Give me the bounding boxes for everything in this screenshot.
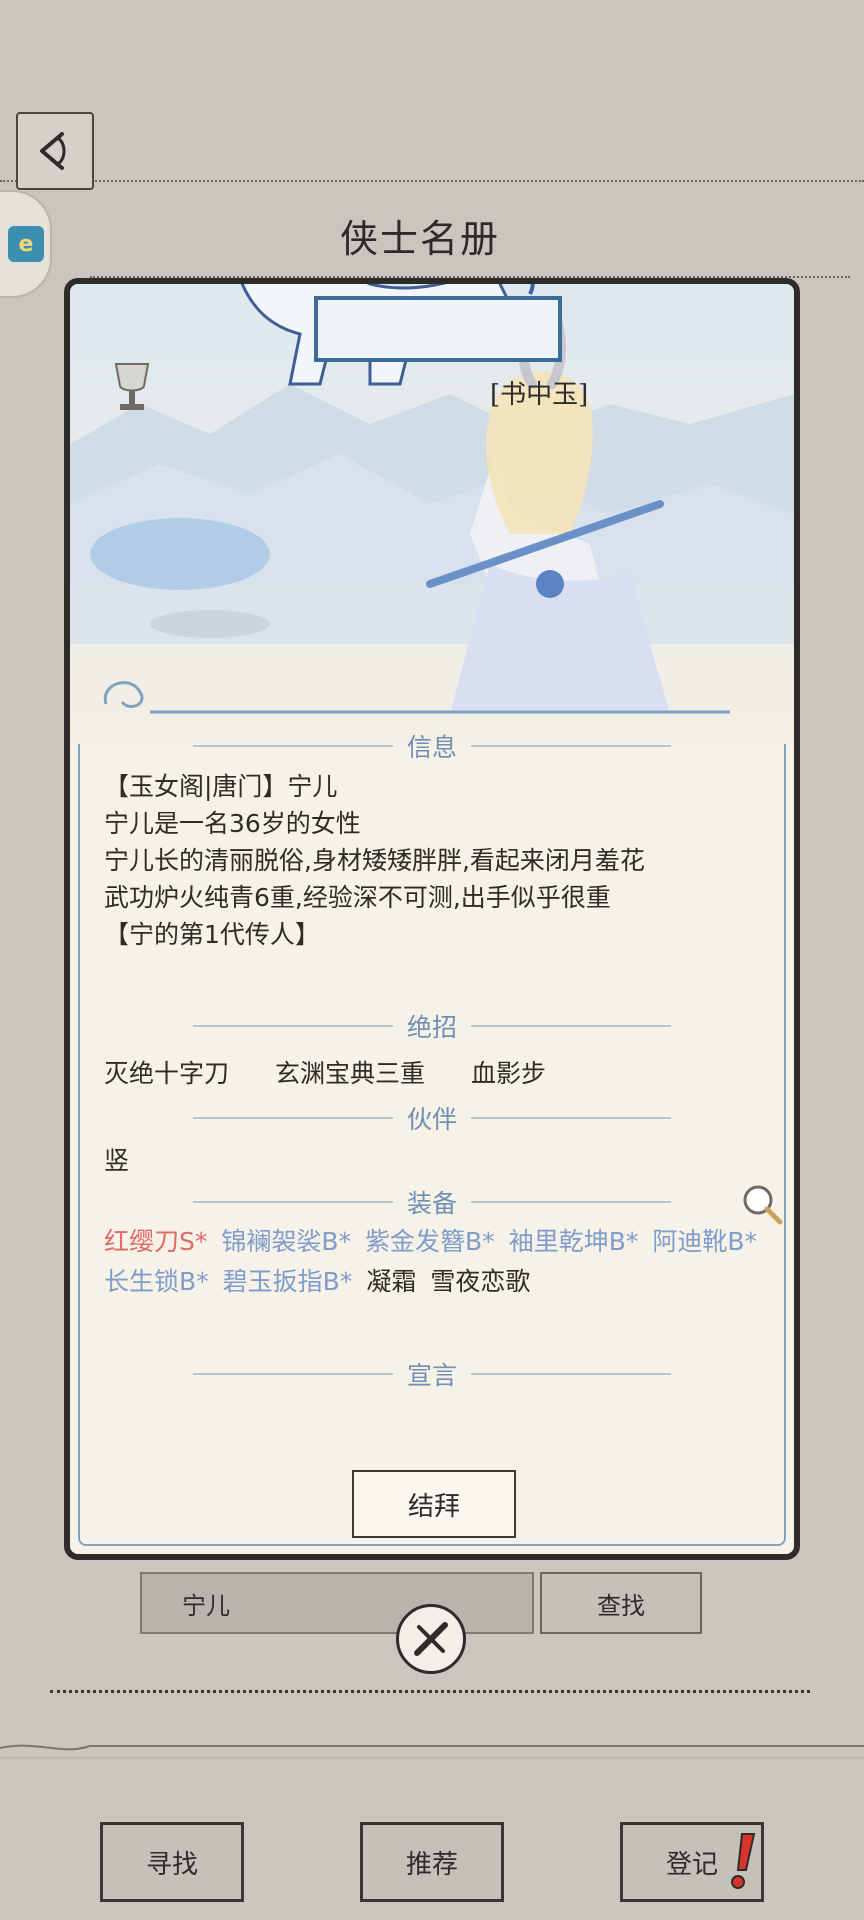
skill-item[interactable]: 玄渊宝典三重 <box>275 1054 425 1090</box>
find-button[interactable]: 寻找 <box>100 1822 244 1902</box>
info-line: 宁儿是一名36岁的女性 <box>104 809 361 838</box>
section-partner-label: 伙伴 <box>406 1105 457 1134</box>
trophy-cup-icon[interactable] <box>112 360 152 416</box>
page-title: 侠士名册 <box>340 217 501 261</box>
info-line: 宁儿长的清丽脱俗,身材矮矮胖胖,看起来闭月羞花 <box>104 846 645 875</box>
sword-close-icon <box>414 1622 448 1656</box>
recommend-button[interactable]: 推荐 <box>360 1822 504 1902</box>
magnifier-icon[interactable] <box>740 1182 784 1226</box>
skill-item[interactable]: 血影步 <box>471 1054 546 1090</box>
info-line: 武功炉火纯青6重,经验深不可测,出手似乎很重 <box>104 883 611 912</box>
wave-divider <box>0 1744 864 1759</box>
equipment-item[interactable]: 碧玉扳指B* <box>223 1262 353 1302</box>
equipment-item[interactable]: 雪夜恋歌 <box>430 1262 530 1302</box>
search-input[interactable]: 宁儿 <box>140 1572 534 1634</box>
skill-item[interactable]: 灭绝十字刀 <box>104 1054 229 1090</box>
back-button[interactable] <box>16 112 94 190</box>
bottom-divider <box>50 1690 810 1693</box>
section-declaration-header: 宣言 <box>70 1354 794 1394</box>
section-declaration-label: 宣言 <box>406 1361 457 1390</box>
book-tag: [书中玉] <box>490 380 589 410</box>
side-tab-chip: e <box>8 226 44 262</box>
equipment-item[interactable]: 长生锁B* <box>104 1262 209 1302</box>
equipment-item[interactable]: 紫金发簪B* <box>365 1222 495 1262</box>
section-skills-label: 绝招 <box>406 1013 457 1042</box>
section-info-header: 信息 <box>70 726 794 766</box>
info-text: 【玉女阁|唐门】宁儿 宁儿是一名36岁的女性 宁儿长的清丽脱俗,身材矮矮胖胖,看… <box>104 768 784 953</box>
equipment-item[interactable]: 凝霜 <box>366 1262 416 1302</box>
section-equipment-header: 装备 <box>70 1182 794 1222</box>
search-button[interactable]: 查找 <box>540 1572 702 1634</box>
side-event-tab[interactable]: e <box>0 190 52 298</box>
back-arrow-icon <box>40 132 66 170</box>
equipment-item[interactable]: 袖里乾坤B* <box>509 1222 639 1262</box>
sworn-brother-button[interactable]: 结拜 <box>352 1470 516 1538</box>
section-skills-header: 绝招 <box>70 1006 794 1046</box>
register-label: 登记 <box>665 1849 718 1880</box>
info-line: 【玉女阁|唐门】宁儿 <box>104 772 338 801</box>
section-info-label: 信息 <box>406 733 457 762</box>
close-button[interactable] <box>396 1604 466 1674</box>
info-line: 【宁的第1代传人】 <box>104 920 320 949</box>
partner-name[interactable]: 竖 <box>104 1142 784 1179</box>
top-divider <box>0 180 864 182</box>
equipment-item[interactable]: 锦襕袈裟B* <box>221 1222 351 1262</box>
card-header-plate <box>314 296 562 362</box>
character-card: [书中玉] 信息 【玉女阁|唐门】宁儿 宁儿是一名36岁的女性 宁儿长的清丽脱俗… <box>64 278 800 1560</box>
section-partner-header: 伙伴 <box>70 1098 794 1138</box>
section-equipment-label: 装备 <box>406 1189 457 1218</box>
equipment-item[interactable]: 阿迪靴B* <box>652 1222 757 1262</box>
search-input-value: 宁儿 <box>182 1591 230 1620</box>
equipment-item[interactable]: 红缨刀S* <box>104 1222 207 1262</box>
skills-list: 灭绝十字刀 玄渊宝典三重 血影步 <box>104 1054 784 1090</box>
exclamation-alert-icon <box>731 1833 756 1889</box>
equipment-list: 红缨刀S* 锦襕袈裟B* 紫金发簪B* 袖里乾坤B* 阿迪靴B* 长生锁B* 碧玉扳指B* 凝… <box>104 1222 774 1302</box>
